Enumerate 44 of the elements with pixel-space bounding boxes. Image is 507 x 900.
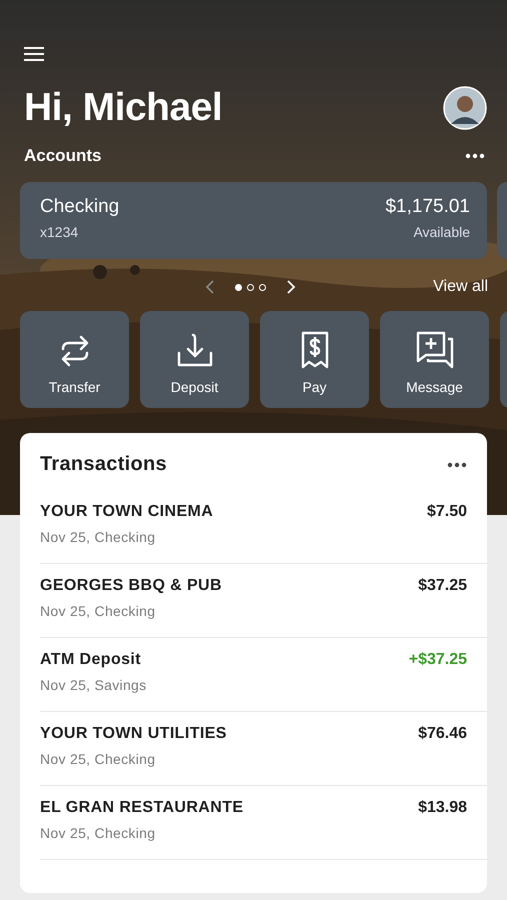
page-dot[interactable]: [259, 284, 266, 290]
action-button[interactable]: Pay: [260, 311, 369, 408]
transaction-row[interactable]: EL GRAN RESTAURANTE Nov 25, Checking $13.98: [40, 786, 487, 860]
merchant-name: GEORGES BBQ & PUB: [40, 577, 222, 595]
download-icon: [176, 333, 214, 369]
account-card[interactable]: Checking x1234 $1,175.01 Available: [20, 182, 487, 259]
action-button[interactable]: Deposit: [140, 311, 249, 408]
transaction-amount: +$37.25: [408, 651, 467, 670]
section-title: Accounts: [24, 146, 102, 166]
account-balance: $1,175.01: [385, 196, 470, 218]
transaction-row[interactable]: YOUR TOWN UTILITIES Nov 25, Checking $76.46: [40, 712, 487, 786]
transaction-detail: Nov 25, Savings: [40, 677, 146, 693]
transaction-detail: Nov 25, Checking: [40, 825, 156, 841]
page-dot[interactable]: [247, 284, 254, 290]
action-button[interactable]: Transfer: [20, 311, 129, 408]
account-name: Checking: [40, 196, 120, 218]
receipt-icon: [300, 331, 328, 369]
chevron-right-icon[interactable]: [286, 280, 296, 294]
merchant-name: ATM Deposit: [40, 651, 142, 669]
transaction-row[interactable]: YOUR TOWN CINEMA Nov 25, Checking $7.50: [40, 490, 487, 564]
menu-icon[interactable]: [24, 46, 44, 62]
view-all-link[interactable]: View all: [433, 278, 488, 296]
chat-icon: [416, 331, 454, 369]
transaction-row[interactable]: ATM Deposit Nov 25, Savings +$37.25: [40, 638, 487, 712]
action-button[interactable]: Message: [380, 311, 489, 408]
transaction-detail: Nov 25, Checking: [40, 751, 156, 767]
transaction-amount: $13.98: [418, 799, 467, 818]
more-icon[interactable]: [447, 462, 467, 468]
transaction-detail: Nov 25, Checking: [40, 603, 156, 619]
chevron-left-icon[interactable]: [205, 280, 215, 294]
more-icon[interactable]: [465, 153, 485, 159]
card-title: Transactions: [40, 453, 167, 476]
transaction-detail: Nov 25, Checking: [40, 529, 156, 545]
transaction-amount: $7.50: [426, 503, 467, 522]
balance-label: Available: [413, 224, 470, 240]
transaction-row[interactable]: GEORGES BBQ & PUB Nov 25, Checking $37.25: [40, 564, 487, 638]
greeting: Hi, Michael: [24, 86, 222, 130]
transaction-amount: $37.25: [418, 577, 467, 596]
merchant-name: YOUR TOWN UTILITIES: [40, 725, 227, 743]
merchant-name: YOUR TOWN CINEMA: [40, 503, 214, 521]
avatar-icon[interactable]: [443, 86, 487, 130]
transaction-amount: $76.46: [418, 725, 467, 744]
merchant-name: EL GRAN RESTAURANTE: [40, 799, 244, 817]
account-number: x1234: [40, 224, 80, 240]
